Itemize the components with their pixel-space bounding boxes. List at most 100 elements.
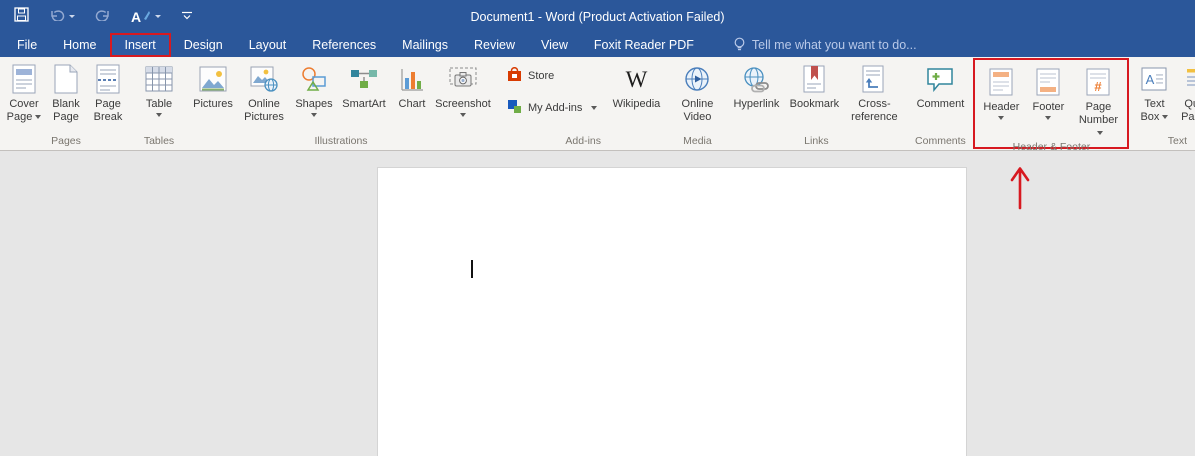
group-label-links: Links <box>804 135 829 147</box>
group-text: A Text Box Quick Parts Text <box>1131 57 1195 150</box>
page-number-button[interactable]: # Page Number <box>1071 62 1125 141</box>
page-break-icon <box>96 63 120 95</box>
smartart-icon <box>350 63 378 95</box>
tab-insert[interactable]: Insert <box>109 33 171 57</box>
customize-qat-icon <box>181 8 193 26</box>
document-area <box>0 152 1195 456</box>
redo-icon <box>95 8 111 26</box>
font-style-caret-icon <box>155 15 162 18</box>
online-pictures-button[interactable]: Online Pictures <box>237 59 291 124</box>
hyperlink-button[interactable]: Hyperlink <box>727 59 785 111</box>
dropdown-caret-icon <box>460 113 466 118</box>
shapes-label: Shapes <box>295 98 333 110</box>
dropdown-caret-icon <box>35 115 42 120</box>
cross-reference-icon <box>862 63 886 95</box>
my-add-ins-label: My Add-ins <box>528 102 583 114</box>
smartart-label: SmartArt <box>342 98 386 110</box>
table-label: Table <box>145 98 173 110</box>
tab-view[interactable]: View <box>528 33 581 57</box>
cover-page-label: Cover Page <box>6 98 39 124</box>
customize-qat-button[interactable] <box>181 8 193 26</box>
text-box-button[interactable]: A Text Box <box>1133 59 1175 124</box>
text-cursor <box>471 260 473 278</box>
wikipedia-label: Wikipedia <box>612 98 661 110</box>
dropdown-caret-icon <box>311 113 317 118</box>
dropdown-caret-icon <box>156 113 162 118</box>
online-video-icon <box>684 63 710 95</box>
tab-layout[interactable]: Layout <box>236 33 300 57</box>
cross-reference-label: Cross-reference <box>851 98 898 124</box>
group-tables: Table Tables <box>133 57 185 150</box>
online-video-button[interactable]: Online Video <box>673 59 721 124</box>
quick-parts-button[interactable]: Quick Parts <box>1175 59 1195 124</box>
store-button[interactable]: Store <box>507 67 597 85</box>
svg-text:A: A <box>1146 72 1155 87</box>
header-button[interactable]: Header <box>977 62 1025 121</box>
group-label-illustrations: Illustrations <box>314 135 368 147</box>
group-pages: Cover Page Blank Page Page Break Pages <box>1 57 131 150</box>
pictures-button[interactable]: Pictures <box>189 59 237 111</box>
hyperlink-icon <box>743 63 770 95</box>
smartart-button[interactable]: SmartArt <box>337 59 391 111</box>
pictures-icon <box>199 63 227 95</box>
chart-label: Chart <box>398 98 426 110</box>
undo-icon <box>49 8 65 26</box>
ribbon: Cover Page Blank Page Page Break Pages T… <box>0 57 1195 153</box>
group-header-footer: Header Footer # Page Number Header & Foo… <box>973 58 1130 153</box>
tab-mailings[interactable]: Mailings <box>389 33 461 57</box>
page-number-icon: # <box>1086 66 1110 98</box>
undo-button[interactable] <box>49 8 75 26</box>
comment-button[interactable]: Comment <box>911 59 969 111</box>
quick-parts-icon <box>1185 63 1195 95</box>
wikipedia-button[interactable]: W Wikipedia <box>605 59 667 111</box>
tell-me-box[interactable]: Tell me what you want to do... <box>733 33 917 57</box>
group-label-comments: Comments <box>915 135 966 147</box>
title-bar: A Document1 - Word (Product Activation F… <box>0 0 1195 33</box>
cross-reference-button[interactable]: Cross-reference <box>843 59 905 124</box>
shapes-button[interactable]: Shapes <box>291 59 337 118</box>
tab-home[interactable]: Home <box>50 33 109 57</box>
save-icon <box>14 6 29 27</box>
tell-me-text: Tell me what you want to do... <box>751 38 917 52</box>
tab-references[interactable]: References <box>299 33 389 57</box>
font-style-button[interactable]: A <box>131 8 162 26</box>
header-icon <box>989 66 1013 98</box>
group-label-text: Text <box>1167 135 1188 147</box>
tab-file[interactable]: File <box>4 33 50 57</box>
group-label-tables: Tables <box>143 135 175 147</box>
svg-text:#: # <box>1095 79 1103 94</box>
footer-button[interactable]: Footer <box>1025 62 1071 121</box>
quick-parts-label: Quick Parts <box>1181 98 1195 124</box>
chart-button[interactable]: Chart <box>391 59 433 111</box>
group-media: Online Video Media <box>671 57 723 150</box>
header-label: Header <box>983 101 1020 113</box>
qat-font-accent-icon <box>143 8 151 26</box>
redo-button[interactable] <box>95 8 111 26</box>
store-icon <box>507 67 522 85</box>
page-break-button[interactable]: Page Break <box>87 59 129 124</box>
dropdown-caret-icon <box>1162 115 1169 120</box>
dropdown-caret-icon <box>591 106 598 110</box>
document-page[interactable] <box>377 167 967 456</box>
tab-foxit-reader-pdf[interactable]: Foxit Reader PDF <box>581 33 707 57</box>
dropdown-caret-icon <box>1045 116 1052 121</box>
pictures-label: Pictures <box>193 98 233 110</box>
my-add-ins-button[interactable]: My Add-ins <box>507 99 598 117</box>
blank-page-button[interactable]: Blank Page <box>45 59 87 124</box>
screenshot-button[interactable]: Screenshot <box>433 59 493 118</box>
lightbulb-icon <box>733 37 746 54</box>
table-button[interactable]: Table <box>135 59 183 118</box>
group-label-pages: Pages <box>51 135 81 147</box>
table-icon <box>145 63 173 95</box>
chart-icon <box>399 63 425 95</box>
my-add-ins-icon <box>507 99 522 117</box>
ribbon-tab-bar: File Home Insert Design Layout Reference… <box>0 33 1195 57</box>
tab-review[interactable]: Review <box>461 33 528 57</box>
comment-label: Comment <box>916 98 965 110</box>
online-video-label: Online Video <box>681 98 714 124</box>
save-button[interactable] <box>14 6 29 27</box>
bookmark-button[interactable]: Bookmark <box>785 59 843 111</box>
cover-page-button[interactable]: Cover Page <box>3 59 45 124</box>
tab-design[interactable]: Design <box>171 33 236 57</box>
bookmark-label: Bookmark <box>789 98 840 110</box>
